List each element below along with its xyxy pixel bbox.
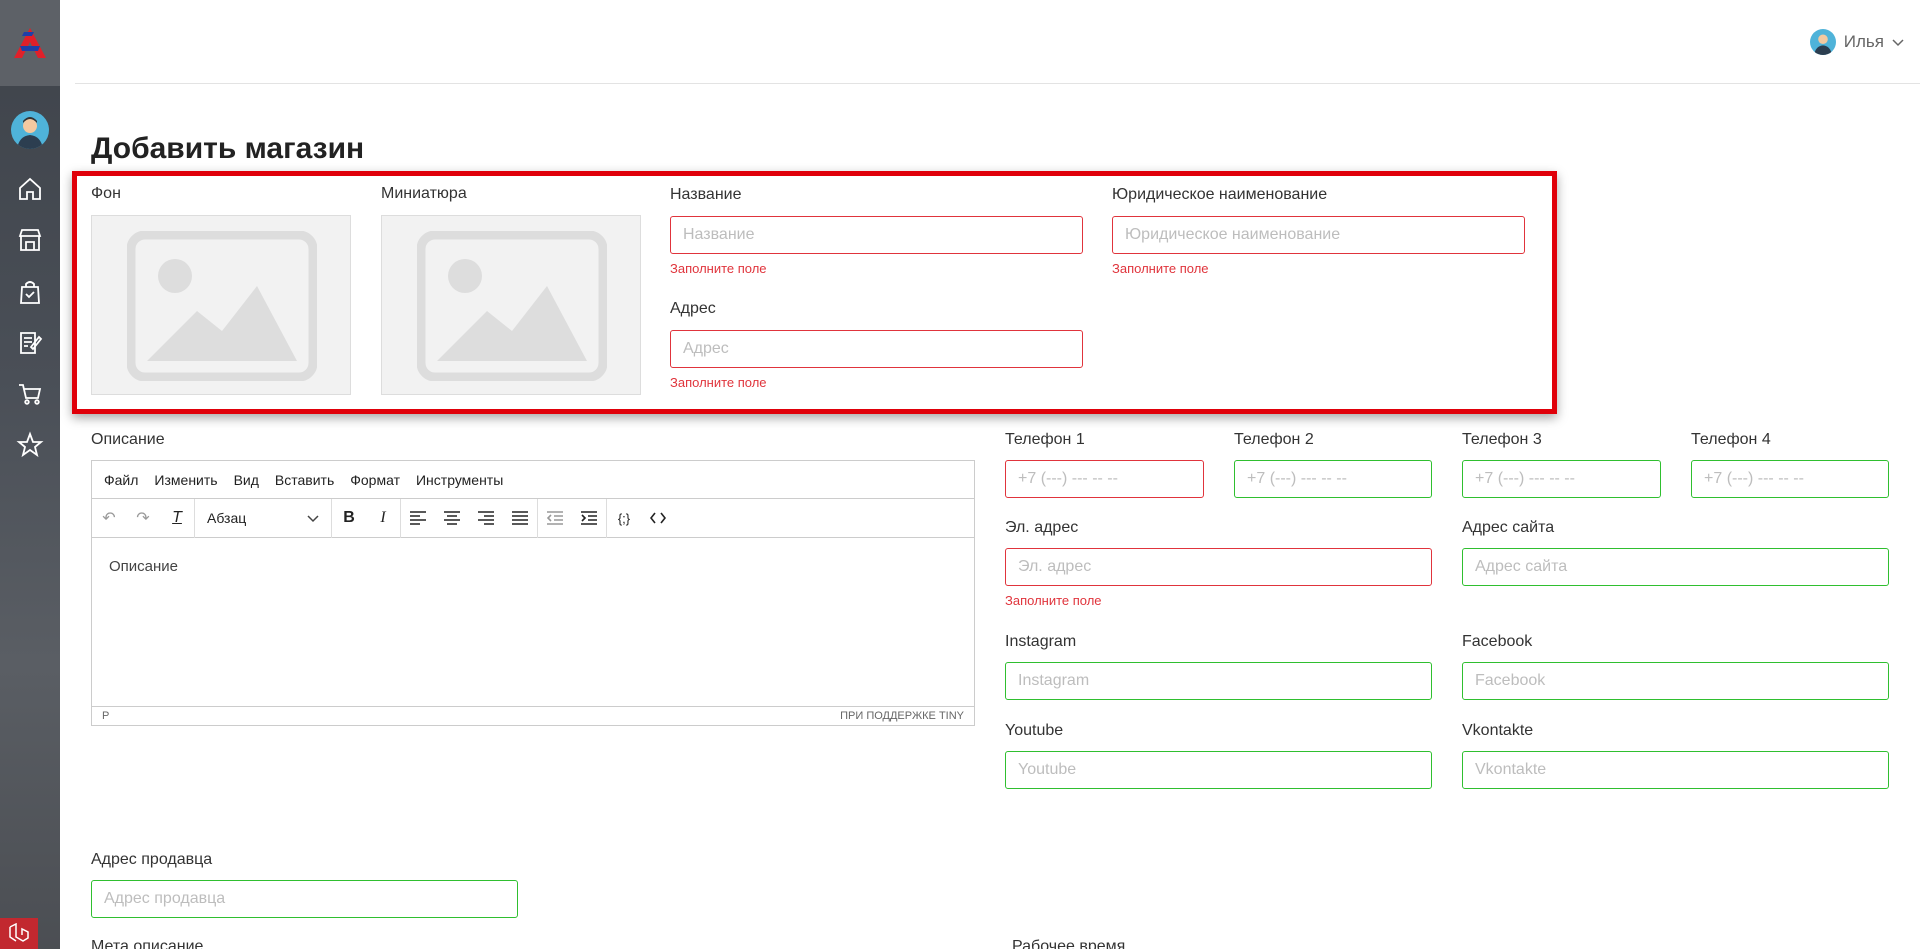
phone2-label: Телефон 2 [1234,431,1314,448]
store-icon[interactable] [16,226,44,254]
page-title: Добавить магазин [91,132,365,165]
menu-insert[interactable]: Вставить [275,472,334,488]
vkontakte-input[interactable] [1462,751,1889,789]
facebook-label: Facebook [1462,633,1533,650]
align-justify-icon[interactable] [503,499,537,538]
cart-icon[interactable] [16,380,44,408]
clear-format-icon[interactable]: T [160,499,194,538]
phone3-label: Телефон 3 [1462,431,1542,448]
name-input[interactable] [670,216,1083,254]
meta-description-label: Мета описание [91,938,204,949]
email-input[interactable] [1005,548,1432,586]
legal-name-error: Заполните поле [1112,261,1209,276]
working-hours-label: Рабочее время [1012,938,1126,949]
thumbnail-image-upload[interactable] [381,215,641,395]
menu-tools[interactable]: Инструменты [416,472,503,488]
phone4-label: Телефон 4 [1691,431,1771,448]
editor-content[interactable]: Описание [92,538,974,706]
shopping-bag-icon[interactable] [16,278,44,306]
legal-name-label: Юридическое наименование [1112,186,1328,203]
description-label: Описание [91,431,165,448]
user-menu[interactable]: Илья [1809,29,1904,55]
bold-icon[interactable]: B [332,499,366,538]
email-error: Заполните поле [1005,593,1102,608]
menu-file[interactable]: Файл [104,472,138,488]
website-label: Адрес сайта [1462,519,1555,536]
background-label: Фон [91,185,121,202]
align-center-icon[interactable] [435,499,469,538]
address-label: Адрес [670,300,716,317]
image-placeholder-icon [417,231,607,381]
align-left-icon[interactable] [401,499,435,538]
email-label: Эл. адрес [1005,519,1079,536]
phone2-input[interactable] [1234,460,1432,498]
home-icon[interactable] [16,175,44,203]
background-image-upload[interactable] [91,215,351,395]
source-code-icon[interactable] [641,499,675,538]
editor-statusbar: P ПРИ ПОДДЕРЖКЕ TINY [92,706,974,725]
image-placeholder-icon [127,231,317,381]
phone1-input[interactable] [1005,460,1204,498]
star-icon[interactable] [16,431,44,459]
user-avatar [1809,29,1836,55]
facebook-input[interactable] [1462,662,1889,700]
editor-menubar: Файл Изменить Вид Вставить Формат Инстру… [92,461,974,499]
legal-name-input[interactable] [1112,216,1525,254]
instagram-input[interactable] [1005,662,1432,700]
seller-address-label: Адрес продавца [91,851,213,868]
menu-edit[interactable]: Изменить [154,472,217,488]
align-right-icon[interactable] [469,499,503,538]
rich-text-editor: Файл Изменить Вид Вставить Формат Инстру… [91,460,975,726]
youtube-input[interactable] [1005,751,1432,789]
instagram-label: Instagram [1005,633,1077,650]
sidebar-avatar[interactable] [11,111,49,149]
editor-branding[interactable]: ПРИ ПОДДЕРЖКЕ TINY [840,710,964,722]
youtube-label: Youtube [1005,722,1064,739]
redo-icon[interactable]: ↷ [126,499,160,538]
thumbnail-label: Миниатюра [381,185,467,202]
app-logo[interactable] [0,0,60,86]
editor-toolbar: ↶ ↷ T Абзац B I {;} [92,498,974,538]
indent-icon[interactable] [572,499,606,538]
phone4-input[interactable] [1691,460,1889,498]
chevron-down-icon [1892,32,1904,52]
name-label: Название [670,186,742,203]
name-error: Заполните поле [670,261,767,276]
outdent-icon[interactable] [538,499,572,538]
website-input[interactable] [1462,548,1889,586]
menu-format[interactable]: Формат [350,472,400,488]
element-path: P [102,710,110,722]
block-format-value: Абзац [207,510,247,526]
chevron-down-icon [307,510,319,526]
seller-address-input[interactable] [91,880,518,918]
sidebar [0,0,60,949]
menu-view[interactable]: Вид [234,472,259,488]
address-error: Заполните поле [670,375,767,390]
phone1-label: Телефон 1 [1005,431,1085,448]
top-bar: Илья [75,0,1920,84]
vkontakte-label: Vkontakte [1462,722,1534,739]
user-name: Илья [1843,32,1884,51]
template-code-icon[interactable]: {;} [607,499,641,538]
edit-document-icon[interactable] [16,329,44,357]
undo-icon[interactable]: ↶ [92,499,126,538]
italic-icon[interactable]: I [366,499,400,538]
phone3-input[interactable] [1462,460,1661,498]
laravel-icon [0,918,38,949]
address-input[interactable] [670,330,1083,368]
block-format-select[interactable]: Абзац [195,499,331,538]
